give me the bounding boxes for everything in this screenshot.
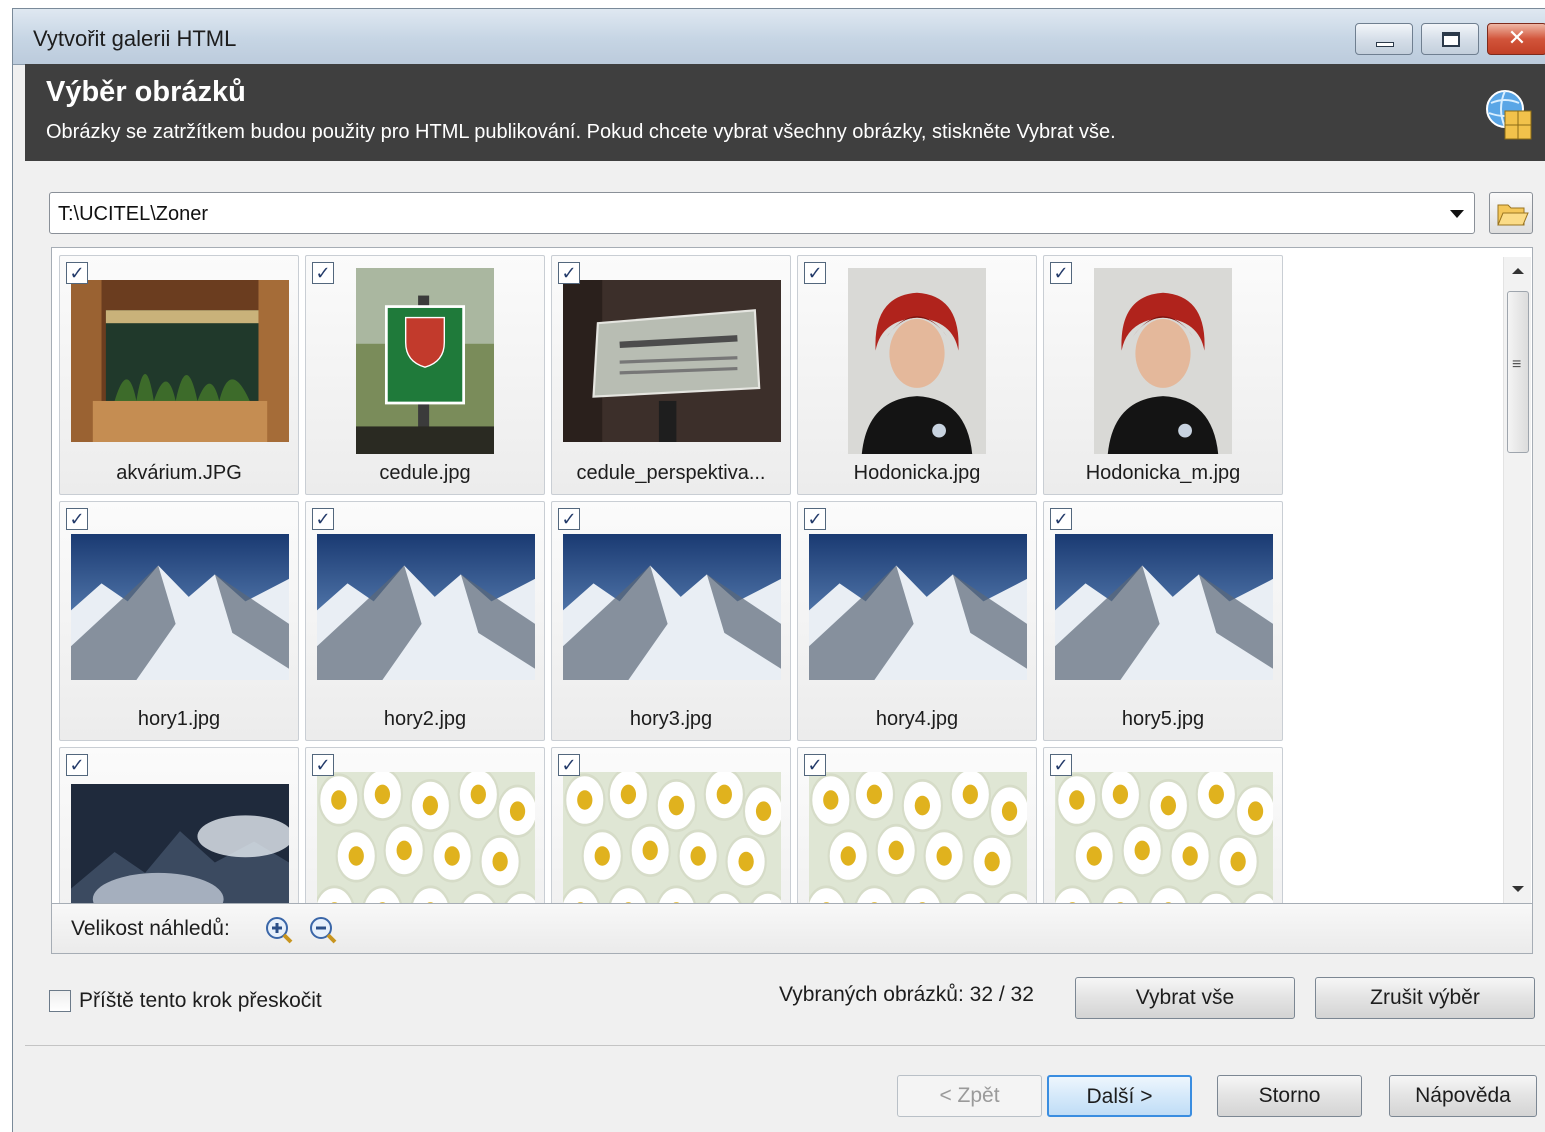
scroll-up-arrow-icon[interactable]: [1504, 257, 1532, 285]
mountain-photo[interactable]: [1055, 534, 1273, 680]
scroll-thumb[interactable]: [1507, 291, 1529, 453]
page-description: Obrázky se zatržítkem budou použity pro …: [46, 121, 1116, 143]
close-icon: ✕: [1507, 25, 1527, 50]
thumbnail-item[interactable]: ✓ cedule_perspektiva...: [551, 255, 791, 495]
thumbnail-checkbox[interactable]: ✓: [66, 262, 88, 284]
thumbnail-checkbox[interactable]: ✓: [66, 754, 88, 776]
thumbnail-item[interactable]: ✓ hory3.jpg: [551, 501, 791, 741]
sign-perspective-photo[interactable]: [563, 280, 781, 442]
dialog-window: Vytvořit galerii HTML ✕ Výběr obrázků Ob…: [12, 8, 1545, 1132]
thumbnail-checkbox[interactable]: ✓: [558, 754, 580, 776]
thumbnail-caption: hory3.jpg: [629, 708, 713, 730]
thumbnail-size-label: Velikost náhledů:: [71, 917, 230, 940]
mountain-clouds-photo[interactable]: [71, 784, 289, 903]
thumbnail-item[interactable]: ✓ akvárium.JPG: [59, 255, 299, 495]
skip-step-label: Příště tento krok přeskočit: [79, 989, 322, 1012]
thumbnail-item[interactable]: ✓ hory4.jpg: [797, 501, 1037, 741]
thumbnail-caption: cedule_perspektiva...: [576, 462, 766, 484]
mountain-photo[interactable]: [317, 534, 535, 680]
maximize-button[interactable]: [1421, 23, 1479, 55]
thumbnail-item[interactable]: ✓: [551, 747, 791, 903]
page-title: Výběr obrázků: [46, 76, 246, 108]
wizard-header: Výběr obrázků Obrázky se zatržítkem budo…: [25, 64, 1545, 161]
thumbnail-caption: hory5.jpg: [1121, 708, 1205, 730]
thumbnail-checkbox[interactable]: ✓: [804, 262, 826, 284]
thumbnail-caption: Hodonicka.jpg: [853, 462, 981, 484]
aquarium-photo[interactable]: [71, 280, 289, 442]
mountain-photo[interactable]: [71, 534, 289, 680]
selected-count: Vybraných obrázků: 32 / 32: [779, 983, 1034, 1006]
thumbnail-item[interactable]: ✓: [1043, 747, 1283, 903]
daisies-photo[interactable]: [1055, 772, 1273, 903]
thumbnail-item[interactable]: ✓: [305, 747, 545, 903]
title-bar[interactable]: Vytvořit galerii HTML ✕: [13, 9, 1545, 65]
thumbnail-checkbox[interactable]: ✓: [312, 262, 334, 284]
zoom-out-icon[interactable]: [308, 915, 338, 945]
cancel-button[interactable]: Storno: [1217, 1075, 1362, 1117]
thumbnail-checkbox[interactable]: ✓: [1050, 262, 1072, 284]
thumbnail-item[interactable]: ✓ Hodonicka.jpg: [797, 255, 1037, 495]
thumbnail-checkbox[interactable]: ✓: [1050, 754, 1072, 776]
scroll-down-arrow-icon[interactable]: [1504, 875, 1532, 903]
thumbnail-checkbox[interactable]: ✓: [804, 754, 826, 776]
daisies-photo[interactable]: [809, 772, 1027, 903]
browse-folder-button[interactable]: [1489, 192, 1533, 234]
thumbnail-checkbox[interactable]: ✓: [312, 754, 334, 776]
footer-divider: [25, 1045, 1545, 1046]
thumbnail-item[interactable]: ✓: [59, 747, 299, 903]
folder-path-value: T:\UCITEL\Zoner: [58, 203, 209, 225]
back-button[interactable]: < Zpět: [897, 1075, 1042, 1117]
thumbnail-item[interactable]: ✓ hory1.jpg: [59, 501, 299, 741]
mountain-photo[interactable]: [563, 534, 781, 680]
thumbnail-caption: akvárium.JPG: [116, 462, 242, 484]
folder-path-combobox[interactable]: T:\UCITEL\Zoner: [49, 192, 1475, 234]
window-title: Vytvořit galerii HTML: [33, 26, 237, 51]
portrait-photo[interactable]: [848, 268, 986, 454]
thumbnail-checkbox[interactable]: ✓: [558, 262, 580, 284]
thumbnail-item[interactable]: ✓ hory2.jpg: [305, 501, 545, 741]
thumbnail-caption: cedule.jpg: [379, 462, 471, 484]
thumbnail-caption: hory2.jpg: [383, 708, 467, 730]
daisies-photo[interactable]: [563, 772, 781, 903]
clear-selection-button[interactable]: Zrušit výběr: [1315, 977, 1535, 1019]
thumbnail-caption: hory4.jpg: [875, 708, 959, 730]
maximize-icon: [1442, 32, 1460, 47]
open-folder-icon: [1497, 204, 1529, 226]
thumbnail-checkbox[interactable]: ✓: [1050, 508, 1072, 530]
gallery-globe-icon: [1486, 90, 1532, 140]
thumbnail-caption: Hodonicka_m.jpg: [1085, 462, 1241, 484]
thumbnail-grid: ✓ akvárium.JPG ✓ cedule.jpg ✓ cedule_perspekt…: [51, 247, 1533, 904]
zoom-in-icon[interactable]: [264, 915, 294, 945]
sign-photo[interactable]: [356, 268, 494, 454]
help-button[interactable]: Nápověda: [1389, 1075, 1537, 1117]
thumbnail-item[interactable]: ✓: [797, 747, 1037, 903]
thumbnail-checkbox[interactable]: ✓: [804, 508, 826, 530]
mountain-photo[interactable]: [809, 534, 1027, 680]
thumbnail-checkbox[interactable]: ✓: [312, 508, 334, 530]
thumbnail-item[interactable]: ✓ hory5.jpg: [1043, 501, 1283, 741]
minimize-button[interactable]: [1355, 23, 1413, 55]
next-button[interactable]: Další >: [1047, 1075, 1192, 1117]
thumbnail-caption: hory1.jpg: [137, 708, 221, 730]
chevron-down-icon[interactable]: [1440, 193, 1474, 233]
close-button[interactable]: ✕: [1487, 23, 1545, 55]
vertical-scrollbar[interactable]: [1503, 257, 1531, 903]
portrait-photo[interactable]: [1094, 268, 1232, 454]
thumbnail-checkbox[interactable]: ✓: [558, 508, 580, 530]
thumbnail-size-bar: Velikost náhledů:: [51, 904, 1533, 954]
minimize-icon: [1376, 42, 1394, 47]
thumbnail-checkbox[interactable]: ✓: [66, 508, 88, 530]
thumbnail-item[interactable]: ✓ cedule.jpg: [305, 255, 545, 495]
thumbnail-item[interactable]: ✓ Hodonicka_m.jpg: [1043, 255, 1283, 495]
checkbox-box[interactable]: [49, 990, 71, 1012]
select-all-button[interactable]: Vybrat vše: [1075, 977, 1295, 1019]
daisies-photo[interactable]: [317, 772, 535, 903]
